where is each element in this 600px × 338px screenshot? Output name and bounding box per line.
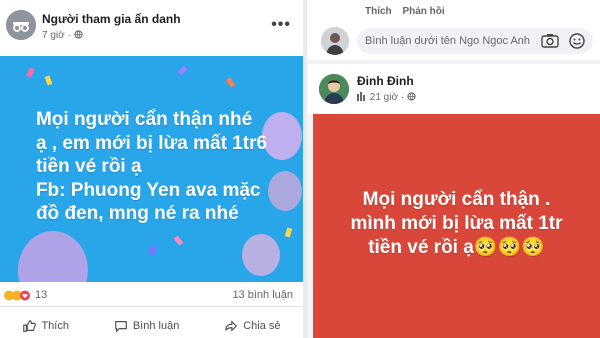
- comment-reply-link[interactable]: Phản hồi: [402, 6, 444, 17]
- left-post-text: Mọi người cẩn thận nhé ạ , em mới bị lừa…: [36, 108, 267, 226]
- confetti-decoration: [173, 235, 184, 246]
- left-post-line: tiền vé rồi ạ: [35, 156, 142, 178]
- anonymous-avatar[interactable]: [6, 10, 36, 40]
- confetti-decoration: [26, 67, 35, 78]
- share-icon: [225, 319, 238, 332]
- balloon-decoration: [268, 171, 302, 211]
- author-avatar[interactable]: [319, 74, 349, 104]
- globe-icon: ·: [401, 92, 416, 103]
- right-post-time[interactable]: 21 giờ ·: [357, 92, 416, 103]
- left-post-author[interactable]: Người tham gia ẩn danh: [42, 12, 181, 26]
- more-options-icon[interactable]: •••: [271, 16, 291, 34]
- comment-icon: [115, 320, 127, 333]
- comment-placeholder: Bình luận dưới tên Ngo Ngoc Anh: [365, 35, 531, 47]
- right-post-header: Đinh Đinh 21 giờ ·: [307, 64, 600, 114]
- right-post-line: tiền vé rồi ạ🥺🥺🥺: [368, 237, 545, 259]
- reaction-emoji-icons: [4, 290, 30, 300]
- left-post-line: đồ đen, mng né ra nhé: [35, 203, 239, 225]
- globe-icon: ·: [67, 30, 83, 41]
- reaction-summary[interactable]: 13: [4, 289, 47, 301]
- right-post-background: Mọi người cẩn thận . mình mới bị lừa mất…: [313, 114, 600, 338]
- right-post-author[interactable]: Đinh Đinh: [357, 74, 414, 88]
- group-post-icon: [357, 92, 365, 101]
- comment-count[interactable]: 13 bình luận: [232, 289, 293, 301]
- like-label: Thích: [41, 319, 69, 332]
- right-post-line: mình mới bị lừa mất 1tr: [350, 212, 563, 234]
- right-post-line: Mọi người cẩn thận .: [362, 188, 551, 210]
- left-post-header: Người tham gia ẩn danh 7 giờ · •••: [0, 0, 303, 56]
- like-icon: [23, 319, 37, 332]
- right-post-time-label: 21 giờ: [369, 92, 399, 103]
- left-post-background: Mọi người cẩn thận nhé ạ , em mới bị lừa…: [0, 56, 303, 282]
- left-post-line: ạ , em mới bị lừa mất 1tr6: [35, 132, 268, 154]
- camera-icon[interactable]: [541, 33, 559, 48]
- confetti-decoration: [225, 77, 236, 88]
- left-post-actions: Thích Bình luận Chia sẻ: [0, 306, 303, 338]
- confetti-decoration: [148, 245, 157, 256]
- anonymous-icon: [6, 10, 36, 40]
- balloon-decoration: [242, 234, 280, 276]
- author-photo-icon: [319, 74, 349, 104]
- comment-label: Bình luận: [132, 319, 180, 332]
- confetti-decoration: [284, 227, 293, 238]
- comment-button[interactable]: Bình luận: [114, 319, 179, 333]
- share-label: Chia sẻ: [243, 319, 281, 332]
- user-avatar[interactable]: [321, 27, 349, 55]
- smiley-icon[interactable]: [569, 33, 585, 49]
- left-post-card: Người tham gia ẩn danh 7 giờ · ••• Mọi n…: [0, 0, 303, 338]
- share-button[interactable]: Chia sẻ: [224, 319, 281, 333]
- left-post-time[interactable]: 7 giờ ·: [42, 30, 83, 41]
- left-post-line: Fb: Phuong Yen ava mặc: [35, 179, 261, 201]
- left-post-line: Mọi người cẩn thận nhé: [35, 109, 253, 131]
- comment-links: Thích Phản hồi: [365, 6, 445, 17]
- reaction-count: 13: [35, 289, 48, 301]
- user-photo-icon: [321, 27, 349, 55]
- right-post-card: Thích Phản hồi Bình luận dưới tên Ngo Ng…: [307, 0, 600, 338]
- comment-like-link[interactable]: Thích: [365, 6, 392, 17]
- confetti-decoration: [44, 75, 53, 86]
- comment-input[interactable]: Bình luận dưới tên Ngo Ngoc Anh: [357, 28, 593, 54]
- confetti-decoration: [177, 65, 188, 76]
- left-post-time-label: 7 giờ: [42, 30, 65, 41]
- balloon-decoration: [18, 231, 88, 282]
- comment-area: Thích Phản hồi Bình luận dưới tên Ngo Ng…: [307, 0, 600, 60]
- like-button[interactable]: Thích: [22, 319, 69, 333]
- right-post-text: Mọi người cẩn thận . mình mới bị lừa mất…: [350, 188, 562, 261]
- balloon-decoration: [262, 112, 302, 160]
